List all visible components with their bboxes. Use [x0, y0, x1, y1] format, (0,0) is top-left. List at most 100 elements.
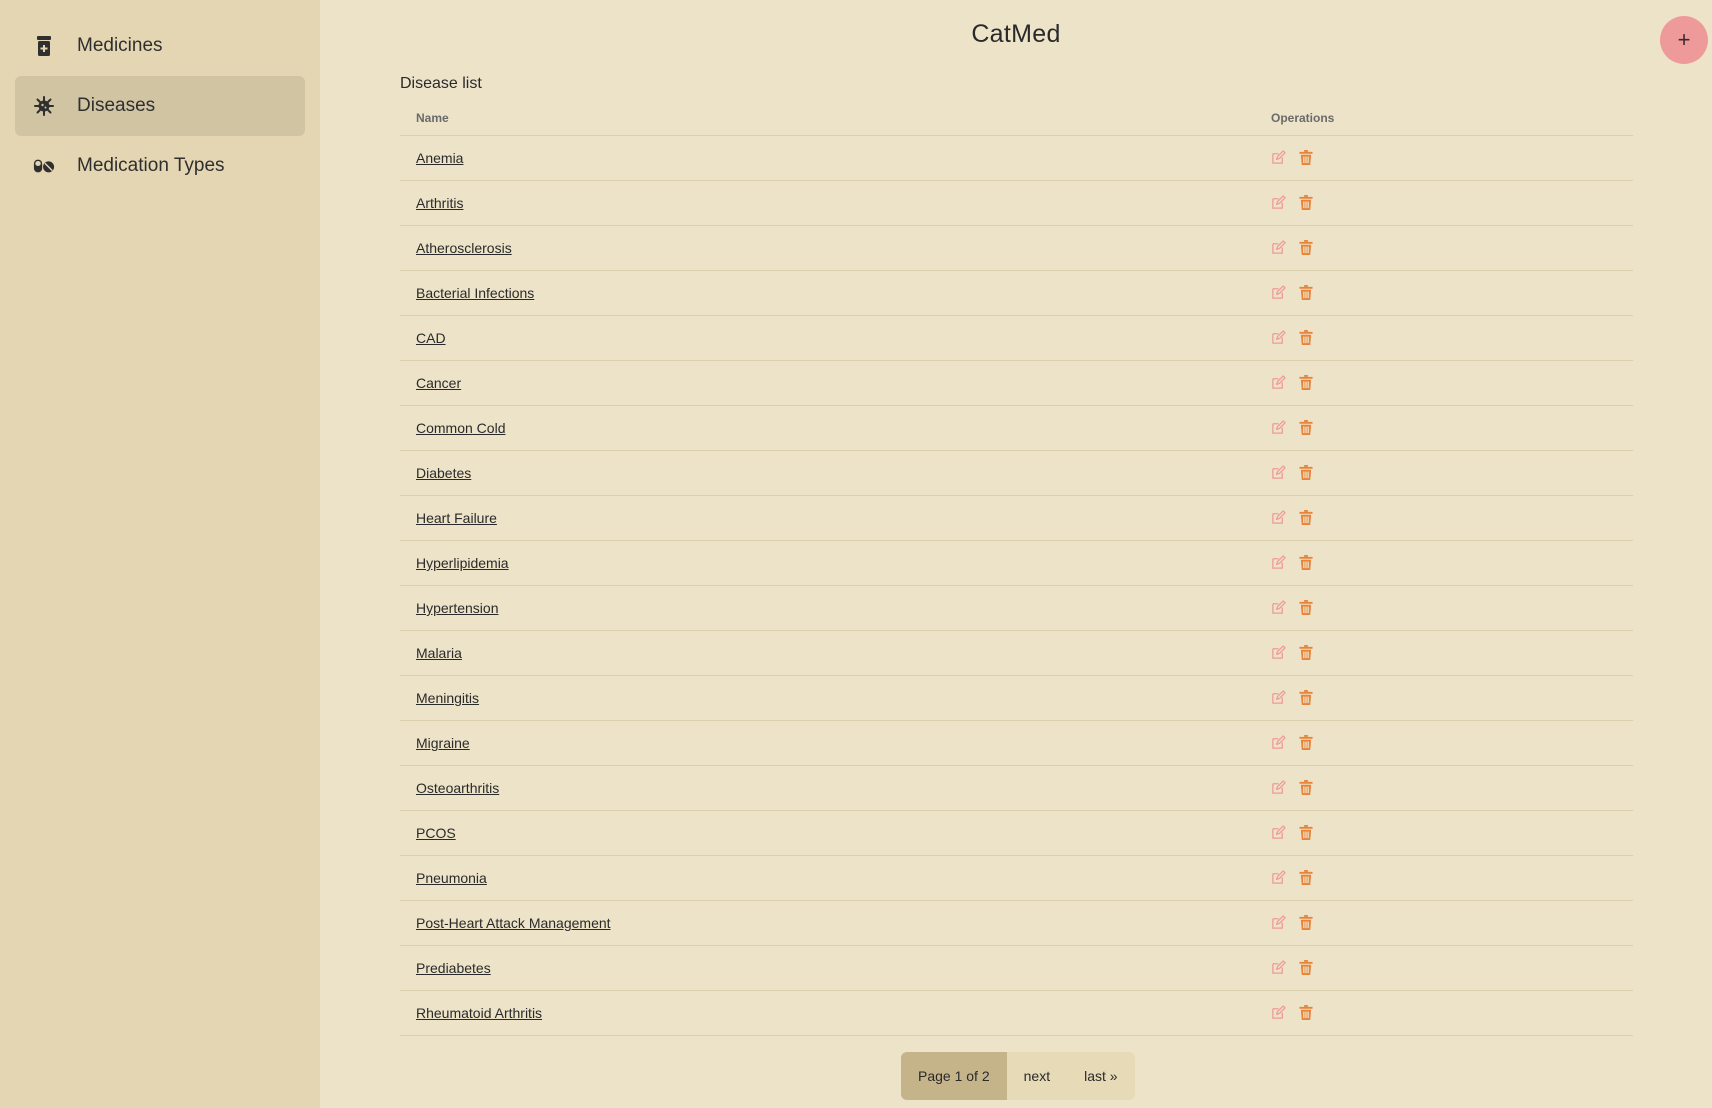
name-cell: CAD: [400, 330, 1271, 346]
operations-cell: [1271, 195, 1633, 211]
edit-icon[interactable]: [1271, 510, 1287, 526]
operations-cell: [1271, 375, 1633, 391]
disease-link[interactable]: Rheumatoid Arthritis: [416, 1005, 542, 1021]
next-page-button[interactable]: next: [1007, 1052, 1067, 1100]
edit-icon[interactable]: [1271, 375, 1287, 391]
edit-icon[interactable]: [1271, 690, 1287, 706]
disease-link[interactable]: Post-Heart Attack Management: [416, 915, 611, 931]
disease-link[interactable]: Migraine: [416, 735, 470, 751]
disease-link[interactable]: Atherosclerosis: [416, 240, 512, 256]
main-content: CatMed + Disease list Name Operations An…: [320, 0, 1712, 1108]
edit-icon[interactable]: [1271, 1005, 1287, 1021]
trash-icon[interactable]: [1299, 600, 1315, 616]
edit-icon[interactable]: [1271, 870, 1287, 886]
edit-icon[interactable]: [1271, 420, 1287, 436]
disease-link[interactable]: Diabetes: [416, 465, 471, 481]
prescription-bottle-icon: [33, 35, 55, 57]
trash-icon[interactable]: [1299, 1005, 1315, 1021]
last-page-button[interactable]: last »: [1067, 1052, 1134, 1100]
edit-icon[interactable]: [1271, 780, 1287, 796]
disease-link[interactable]: CAD: [416, 330, 446, 346]
trash-icon[interactable]: [1299, 915, 1315, 931]
trash-icon[interactable]: [1299, 555, 1315, 571]
table-row: Bacterial Infections: [400, 271, 1633, 316]
disease-link[interactable]: Hyperlipidemia: [416, 555, 509, 571]
disease-link[interactable]: Hypertension: [416, 600, 499, 616]
table-row: Pneumonia: [400, 856, 1633, 901]
trash-icon[interactable]: [1299, 510, 1315, 526]
trash-icon[interactable]: [1299, 375, 1315, 391]
operations-cell: [1271, 510, 1633, 526]
table-row: Post-Heart Attack Management: [400, 901, 1633, 946]
edit-icon[interactable]: [1271, 195, 1287, 211]
disease-link[interactable]: Prediabetes: [416, 960, 491, 976]
trash-icon[interactable]: [1299, 960, 1315, 976]
table-row: Meningitis: [400, 676, 1633, 721]
trash-icon[interactable]: [1299, 240, 1315, 256]
edit-icon[interactable]: [1271, 150, 1287, 166]
edit-icon[interactable]: [1271, 465, 1287, 481]
table-row: Common Cold: [400, 406, 1633, 451]
operations-cell: [1271, 150, 1633, 166]
edit-icon[interactable]: [1271, 600, 1287, 616]
trash-icon[interactable]: [1299, 780, 1315, 796]
table-row: Malaria: [400, 631, 1633, 676]
sidebar-item-medication-types[interactable]: Medication Types: [15, 136, 305, 196]
trash-icon[interactable]: [1299, 285, 1315, 301]
table-row: Migraine: [400, 721, 1633, 766]
edit-icon[interactable]: [1271, 915, 1287, 931]
disease-link[interactable]: Heart Failure: [416, 510, 497, 526]
name-cell: Pneumonia: [400, 870, 1271, 886]
add-disease-button[interactable]: +: [1660, 16, 1708, 64]
disease-link[interactable]: Osteoarthritis: [416, 780, 499, 796]
edit-icon[interactable]: [1271, 825, 1287, 841]
trash-icon[interactable]: [1299, 645, 1315, 661]
operations-cell: [1271, 870, 1633, 886]
disease-link[interactable]: PCOS: [416, 825, 456, 841]
name-cell: PCOS: [400, 825, 1271, 841]
trash-icon[interactable]: [1299, 420, 1315, 436]
sidebar-item-medicines[interactable]: Medicines: [15, 16, 305, 76]
table-row: PCOS: [400, 811, 1633, 856]
list-title: Disease list: [400, 75, 482, 92]
sidebar-item-label: Medication Types: [77, 155, 225, 176]
column-header-name: Name: [416, 110, 449, 125]
name-cell: Migraine: [400, 735, 1271, 751]
sidebar-item-diseases[interactable]: Diseases: [15, 76, 305, 136]
operations-cell: [1271, 285, 1633, 301]
page-indicator[interactable]: Page 1 of 2: [901, 1052, 1007, 1100]
table-row: Cancer: [400, 361, 1633, 406]
disease-link[interactable]: Meningitis: [416, 690, 479, 706]
disease-link[interactable]: Pneumonia: [416, 870, 487, 886]
disease-link[interactable]: Common Cold: [416, 420, 505, 436]
trash-icon[interactable]: [1299, 465, 1315, 481]
trash-icon[interactable]: [1299, 150, 1315, 166]
table-header: Name Operations: [400, 100, 1633, 136]
edit-icon[interactable]: [1271, 645, 1287, 661]
disease-link[interactable]: Malaria: [416, 645, 462, 661]
trash-icon[interactable]: [1299, 870, 1315, 886]
trash-icon[interactable]: [1299, 195, 1315, 211]
trash-icon[interactable]: [1299, 825, 1315, 841]
operations-cell: [1271, 1005, 1633, 1021]
trash-icon[interactable]: [1299, 330, 1315, 346]
disease-link[interactable]: Bacterial Infections: [416, 285, 534, 301]
table-row: CAD: [400, 316, 1633, 361]
operations-cell: [1271, 690, 1633, 706]
edit-icon[interactable]: [1271, 735, 1287, 751]
operations-cell: [1271, 420, 1633, 436]
operations-cell: [1271, 735, 1633, 751]
edit-icon[interactable]: [1271, 240, 1287, 256]
trash-icon[interactable]: [1299, 690, 1315, 706]
name-cell: Heart Failure: [400, 510, 1271, 526]
disease-link[interactable]: Cancer: [416, 375, 461, 391]
name-cell: Hyperlipidemia: [400, 555, 1271, 571]
edit-icon[interactable]: [1271, 285, 1287, 301]
trash-icon[interactable]: [1299, 735, 1315, 751]
edit-icon[interactable]: [1271, 555, 1287, 571]
edit-icon[interactable]: [1271, 330, 1287, 346]
disease-link[interactable]: Anemia: [416, 150, 463, 166]
edit-icon[interactable]: [1271, 960, 1287, 976]
disease-link[interactable]: Arthritis: [416, 195, 463, 211]
operations-cell: [1271, 960, 1633, 976]
